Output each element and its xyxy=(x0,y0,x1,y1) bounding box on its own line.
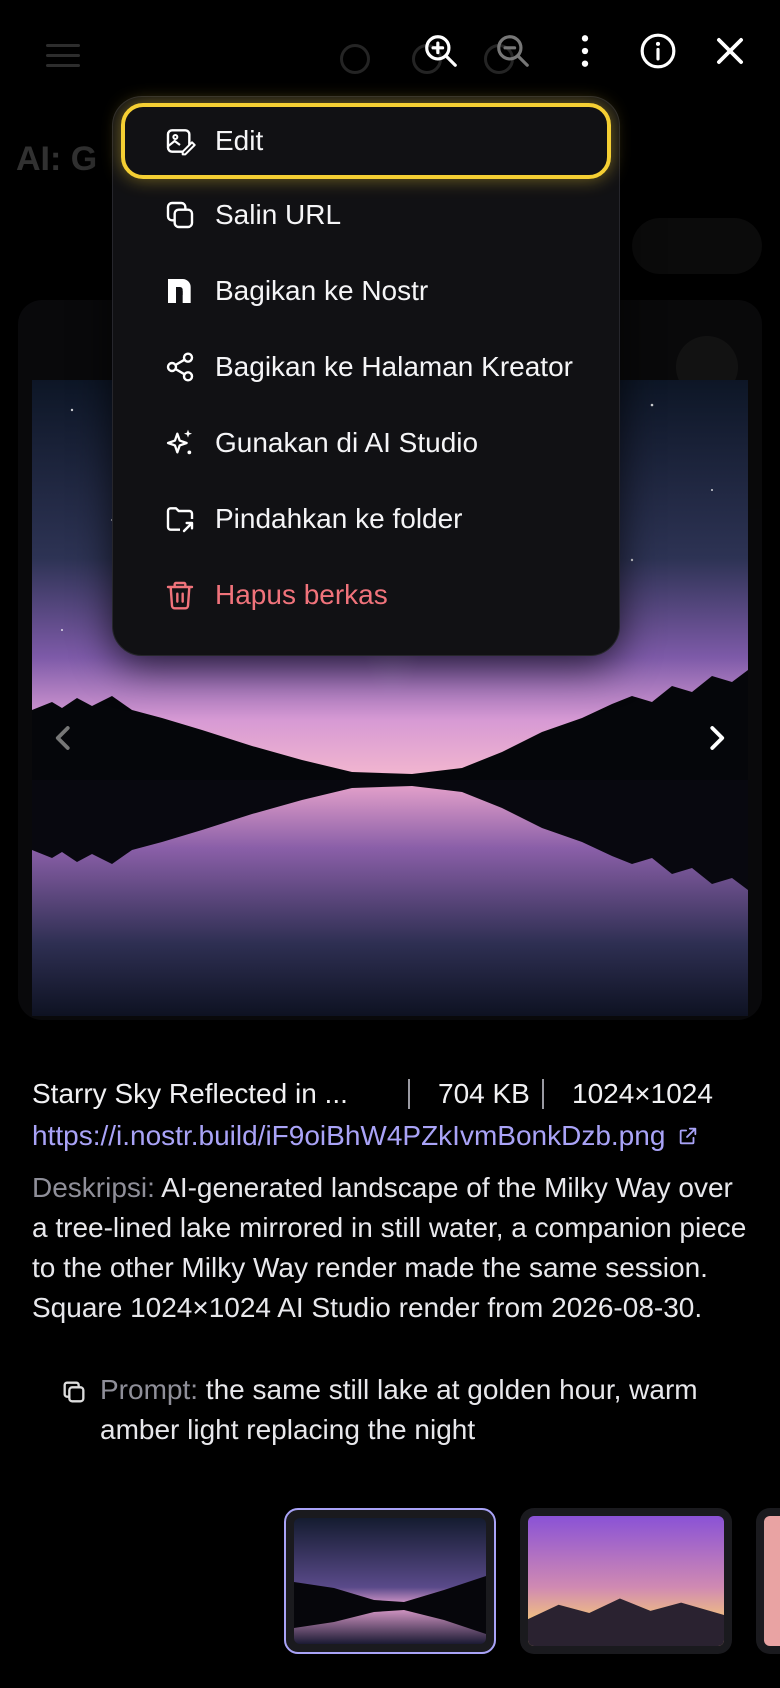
menu-item-label: Edit xyxy=(215,125,264,156)
options-menu: Edit Salin URL Bagikan ke Nostr Bagikan … xyxy=(112,96,620,656)
menu-item-label: Pindahkan ke folder xyxy=(215,503,463,534)
divider xyxy=(542,1079,544,1109)
folder-move-icon xyxy=(163,502,197,536)
image-prompt: Prompt: the same still lake at golden ho… xyxy=(60,1370,760,1450)
grid-toggle xyxy=(632,218,762,274)
prompt-label: Prompt: xyxy=(100,1374,199,1405)
page-title: AI: G xyxy=(16,140,98,178)
description-label: Deskripsi: xyxy=(32,1172,155,1203)
more-vertical-icon xyxy=(581,35,589,67)
close-button[interactable] xyxy=(705,26,755,76)
nostr-icon xyxy=(163,274,197,308)
edit-image-icon xyxy=(163,124,197,158)
more-options-button[interactable] xyxy=(560,26,610,76)
menu-item-edit[interactable]: Edit xyxy=(121,103,611,179)
zoom-in-icon xyxy=(425,35,457,67)
image-info-row: Starry Sky Reflected in ... 704 KB 1024×… xyxy=(32,1074,752,1114)
menu-item-label: Salin URL xyxy=(215,199,342,230)
previous-arrow-icon[interactable] xyxy=(44,716,84,760)
share-icon xyxy=(163,350,197,384)
menu-item-share-nostr[interactable]: Bagikan ke Nostr xyxy=(121,253,611,329)
external-link-icon xyxy=(680,1127,697,1145)
image-size: 704 KB xyxy=(438,1078,530,1109)
image-dimensions: 1024×1024 xyxy=(572,1078,713,1109)
info-icon xyxy=(640,33,676,69)
sparkles-icon xyxy=(163,426,197,460)
menu-item-delete-file[interactable]: Hapus berkas xyxy=(121,557,611,633)
image-title: Starry Sky Reflected in ... xyxy=(32,1078,348,1109)
menu-item-label: Hapus berkas xyxy=(215,579,388,610)
image-url-text[interactable]: https://i.nostr.build/iF9oiBhW4PZkIvmBon… xyxy=(32,1120,665,1152)
image-url-link[interactable]: https://i.nostr.build/iF9oiBhW4PZkIvmBon… xyxy=(32,1120,699,1152)
zoom-in-button[interactable] xyxy=(416,26,466,76)
thumbnail-selected[interactable] xyxy=(284,1508,496,1654)
copy-icon xyxy=(163,198,197,232)
trash-icon xyxy=(163,578,197,612)
thumbnail[interactable] xyxy=(520,1508,732,1654)
zoom-out-button[interactable] xyxy=(488,26,538,76)
thumbnail-partial[interactable] xyxy=(756,1508,780,1654)
close-icon xyxy=(717,38,743,64)
zoom-out-icon xyxy=(497,35,529,67)
menu-item-move-folder[interactable]: Pindahkan ke folder xyxy=(121,481,611,557)
category-icon xyxy=(340,44,370,74)
copy-prompt-icon[interactable] xyxy=(60,1378,88,1406)
menu-item-share-creator[interactable]: Bagikan ke Halaman Kreator xyxy=(121,329,611,405)
divider xyxy=(408,1079,410,1109)
menu-item-label: Bagikan ke Nostr xyxy=(215,275,429,306)
menu-item-ai-studio[interactable]: Gunakan di AI Studio xyxy=(121,405,611,481)
next-arrow-icon[interactable] xyxy=(696,716,736,760)
menu-icon xyxy=(46,44,80,68)
image-description: Deskripsi: AI-generated landscape of the… xyxy=(32,1168,756,1328)
info-button[interactable] xyxy=(633,26,683,76)
menu-item-copy-url[interactable]: Salin URL xyxy=(121,177,611,253)
menu-item-label: Bagikan ke Halaman Kreator xyxy=(215,351,573,382)
menu-item-label: Gunakan di AI Studio xyxy=(215,427,479,458)
